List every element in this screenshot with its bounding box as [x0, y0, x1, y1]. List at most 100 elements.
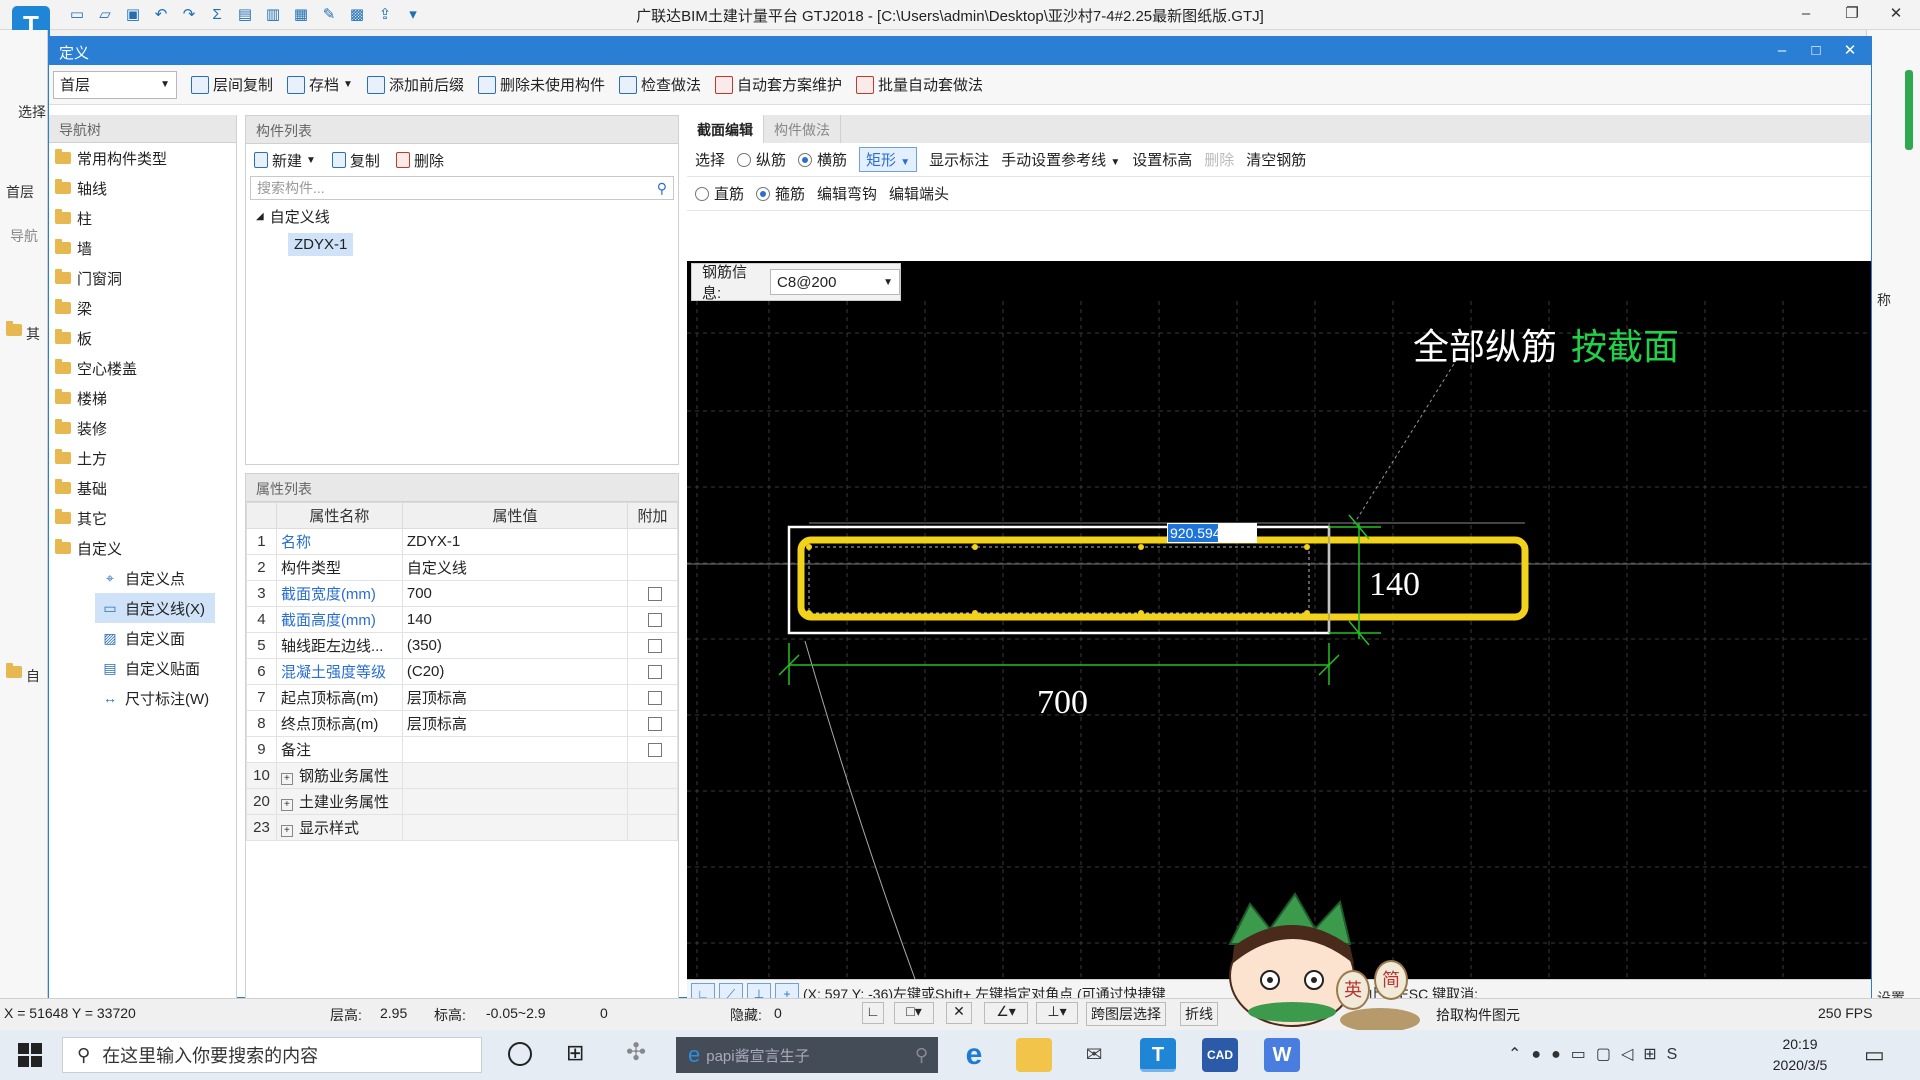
nav-tree-item[interactable]: 装修: [49, 413, 236, 443]
component-item-zdyx-1[interactable]: ZDYX-1: [288, 233, 354, 256]
nav-tree-item[interactable]: 轴线: [49, 173, 236, 203]
drawing-svg[interactable]: 920.594 140 700 全部纵筋 按截面: [687, 261, 1871, 979]
property-value[interactable]: 140: [401, 606, 629, 633]
property-value[interactable]: (350): [401, 632, 629, 659]
property-value[interactable]: [401, 736, 629, 763]
transverse-radio[interactable]: 横筋: [798, 149, 847, 170]
grid-icon[interactable]: ▩: [346, 4, 368, 26]
nav-tree-subitem[interactable]: ▭ 自定义线(X): [95, 593, 215, 623]
add-prefix-suffix-button[interactable]: 添加前后缀: [366, 74, 464, 95]
delete-unused-button[interactable]: 删除未使用构件: [477, 74, 605, 95]
pick-element-label[interactable]: 拾取构件图元: [1436, 1005, 1520, 1025]
dialog-maximize-button[interactable]: □: [1799, 39, 1833, 63]
extra-checkbox[interactable]: [647, 717, 662, 732]
auto-scheme-button[interactable]: 自动套方案维护: [714, 74, 842, 95]
property-name[interactable]: 混凝土强度等级: [275, 658, 403, 685]
tab-component-method[interactable]: 构件做法: [764, 115, 841, 143]
show-label-button[interactable]: 显示标注: [929, 149, 989, 170]
delete-rebar-button[interactable]: 删除: [1204, 149, 1234, 170]
extra-checkbox[interactable]: [647, 743, 662, 758]
expand-icon[interactable]: +: [280, 773, 293, 785]
archive-button[interactable]: 存档 ▼: [287, 74, 353, 95]
save-icon[interactable]: ▣: [122, 4, 144, 26]
property-row[interactable]: 5 轴线距左边线... (350): [246, 632, 678, 659]
straight-bar-radio[interactable]: 直筋: [695, 183, 744, 204]
query-icon[interactable]: ▥: [262, 4, 284, 26]
nav-tree-item[interactable]: 常用构件类型: [49, 143, 236, 173]
property-value[interactable]: 700: [401, 580, 629, 607]
bg-select-label[interactable]: 选择: [18, 102, 46, 122]
property-value[interactable]: ZDYX-1: [401, 528, 629, 555]
cross-icon[interactable]: ✕: [946, 1002, 972, 1024]
nav-tree-item[interactable]: 楼梯: [49, 383, 236, 413]
property-value[interactable]: 层顶标高: [401, 710, 629, 737]
length-input-value[interactable]: 920.594: [1170, 525, 1221, 541]
check-method-button[interactable]: 检查做法: [618, 74, 701, 95]
gtj-app-icon[interactable]: T: [1140, 1038, 1176, 1072]
new-component-button[interactable]: 新建 ▼: [254, 150, 316, 171]
component-search-input[interactable]: 搜索构件... ⚲: [250, 176, 674, 200]
nav-tree-item[interactable]: 基础: [49, 473, 236, 503]
offset-mode-icon[interactable]: ⊥▾: [1036, 1002, 1078, 1024]
media-search-bar[interactable]: e papi酱宣言生子 ⚲: [676, 1037, 938, 1073]
undo-icon[interactable]: ↶: [150, 4, 172, 26]
tab-section-edit[interactable]: 截面编辑: [687, 115, 764, 143]
report-icon[interactable]: ▤: [234, 4, 256, 26]
nav-tree-item[interactable]: 空心楼盖: [49, 353, 236, 383]
nav-tree-item[interactable]: 自定义: [49, 533, 236, 563]
nav-tree-item[interactable]: 梁: [49, 293, 236, 323]
open-folder-icon[interactable]: ▱: [94, 4, 116, 26]
expand-icon[interactable]: +: [280, 799, 293, 811]
delete-component-button[interactable]: 删除: [395, 150, 444, 171]
shape-select[interactable]: 矩形 ▼: [859, 147, 918, 172]
angle-mode-icon[interactable]: ∠▾: [984, 1002, 1028, 1024]
property-name[interactable]: 名称: [275, 528, 403, 555]
taskbar-clock[interactable]: 20:19 2020/3/5: [1760, 1034, 1840, 1076]
property-row[interactable]: 10 + 钢筋业务属性: [246, 762, 678, 789]
property-row[interactable]: 8 终点顶标高(m) 层顶标高: [246, 710, 678, 737]
taskbar-search-box[interactable]: ⚲ 在这里输入你要搜索的内容: [62, 1037, 482, 1073]
bg-scroll-indicator[interactable]: [1905, 70, 1913, 150]
app-restore-button[interactable]: ❐: [1834, 3, 1870, 25]
stirrup-radio[interactable]: 箍筋: [756, 183, 805, 204]
nav-tree-item[interactable]: 门窗洞: [49, 263, 236, 293]
app-close-button[interactable]: ✕: [1878, 3, 1914, 25]
floor-select[interactable]: 首层 ▼: [53, 70, 177, 99]
pen-icon[interactable]: ✎: [318, 4, 340, 26]
property-value[interactable]: (C20): [401, 658, 629, 685]
extra-checkbox[interactable]: [647, 587, 662, 602]
property-value[interactable]: [401, 762, 629, 789]
property-row[interactable]: 2 构件类型 自定义线: [246, 554, 678, 581]
nav-tree-subitem[interactable]: ▨ 自定义面: [49, 623, 236, 653]
app-minimize-button[interactable]: –: [1788, 3, 1824, 25]
property-row[interactable]: 1 名称 ZDYX-1: [246, 528, 678, 555]
more-icon[interactable]: ▾: [402, 4, 424, 26]
property-value[interactable]: 自定义线: [401, 554, 629, 581]
select-mode-icon[interactable]: □▾: [894, 1002, 934, 1024]
mail-icon[interactable]: ✉: [1076, 1038, 1112, 1072]
bg-tree-item-2[interactable]: 自: [6, 663, 40, 686]
dialog-close-button[interactable]: ✕: [1833, 39, 1867, 63]
copy-between-floors-button[interactable]: 层间复制: [191, 74, 273, 95]
nav-tree-subitem[interactable]: ⌖ 自定义点: [49, 563, 236, 593]
nav-tree-item[interactable]: 土方: [49, 443, 236, 473]
sum-icon[interactable]: Σ: [206, 4, 228, 26]
component-group[interactable]: ◢ 自定义线: [246, 200, 678, 227]
property-name[interactable]: 截面宽度(mm): [275, 580, 403, 607]
batch-auto-method-button[interactable]: 批量自动套做法: [856, 74, 983, 95]
export-icon[interactable]: ⇪: [374, 4, 396, 26]
property-row[interactable]: 9 备注: [246, 736, 678, 763]
bg-floor-label[interactable]: 首层: [6, 182, 34, 202]
rebar-info-select[interactable]: C8@200 ▼: [770, 269, 900, 295]
longitudinal-radio[interactable]: 纵筋: [737, 149, 786, 170]
extra-checkbox[interactable]: [647, 613, 662, 628]
set-elevation-button[interactable]: 设置标高: [1132, 149, 1192, 170]
dialog-minimize-button[interactable]: –: [1765, 39, 1799, 63]
property-row[interactable]: 7 起点顶标高(m) 层顶标高: [246, 684, 678, 711]
nav-tree-item[interactable]: 柱: [49, 203, 236, 233]
edit-hook-button[interactable]: 编辑弯钩: [817, 183, 877, 204]
ortho-mode-icon[interactable]: ∟: [862, 1002, 884, 1024]
collapse-arrow-icon[interactable]: ◢: [256, 211, 264, 222]
extra-checkbox[interactable]: [647, 691, 662, 706]
section-canvas[interactable]: 920.594 140 700 全部纵筋 按截面 钢筋信息: C8@200 ▼: [687, 261, 1871, 979]
